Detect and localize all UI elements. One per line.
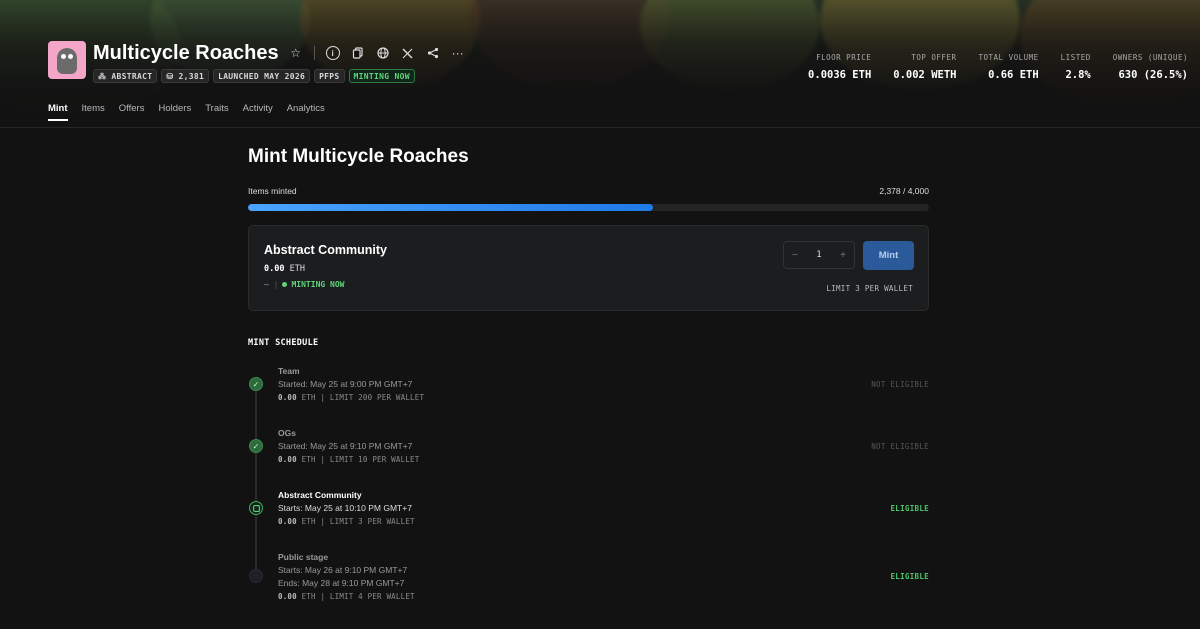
chain-badge: ⁂ ABSTRACT	[93, 69, 158, 83]
schedule-stage-public: Public stage Starts: May 26 at 9:10 PM G…	[248, 552, 929, 612]
collection-header: Multicycle Roaches ☆ i ··· ⁂ ABSTRACT ⛁ …	[48, 41, 476, 83]
supply-badge: ⛁ 2,381	[161, 69, 210, 83]
mint-schedule-title: MINT SCHEDULE	[248, 338, 319, 348]
active-stage-card: Abstract Community 0.00 ETH – | MINTING …	[248, 225, 929, 311]
stage-eligibility: ELIGIBLE	[890, 504, 929, 513]
mint-progress-fill	[248, 204, 653, 211]
launch-badge: LAUNCHED MAY 2026	[213, 69, 311, 83]
copy-icon[interactable]	[351, 46, 365, 60]
increment-button[interactable]: +	[840, 250, 846, 261]
stat-top-offer: TOP OFFER 0.002 WETH	[893, 53, 957, 81]
schedule-stage-abstract-community: Abstract Community Starts: May 25 at 10:…	[248, 490, 929, 552]
status-dot-icon	[282, 282, 288, 287]
mint-schedule: ✓ Team Started: May 25 at 9:00 PM GMT+7 …	[248, 366, 929, 612]
mint-panel: Mint Multicycle Roaches Items minted 2,3…	[248, 146, 929, 612]
more-icon[interactable]: ···	[451, 46, 465, 60]
star-icon[interactable]: ☆	[289, 46, 303, 60]
collection-stats: FLOOR PRICE 0.0036 ETH TOP OFFER 0.002 WET…	[786, 53, 1188, 81]
schedule-stage-team: ✓ Team Started: May 25 at 9:00 PM GMT+7 …	[248, 366, 929, 428]
tab-activity[interactable]: Activity	[243, 103, 273, 121]
collection-avatar	[48, 41, 86, 79]
stage-eligibility: NOT ELIGIBLE	[871, 380, 929, 389]
decrement-button[interactable]: −	[792, 250, 798, 261]
quantity-value[interactable]: 1	[816, 250, 821, 260]
x-logo-icon[interactable]	[401, 46, 415, 60]
stat-owners: OWNERS (UNIQUE) 630 (26.5%)	[1112, 53, 1188, 81]
stat-listed: LISTED 2.8%	[1060, 53, 1091, 81]
header-divider	[313, 46, 315, 60]
collection-title: Multicycle Roaches	[93, 41, 279, 64]
globe-icon[interactable]	[376, 46, 390, 60]
stage-eligibility: ELIGIBLE	[890, 572, 929, 581]
stage-eligibility: NOT ELIGIBLE	[871, 442, 929, 451]
stage-card-title: Abstract Community	[264, 243, 387, 257]
tab-traits[interactable]: Traits	[205, 103, 228, 121]
stat-total-volume: TOTAL VOLUME 0.66 ETH	[978, 53, 1039, 81]
stat-floor-price: FLOOR PRICE 0.0036 ETH	[808, 53, 872, 81]
mint-progress-bar	[248, 204, 929, 211]
stage-card-limit: LIMIT 3 PER WALLET	[826, 284, 913, 293]
info-icon[interactable]: i	[325, 46, 340, 60]
check-icon: ✓	[249, 439, 263, 453]
stage-card-price: 0.00 ETH	[264, 264, 305, 274]
tab-analytics[interactable]: Analytics	[287, 103, 325, 121]
tab-mint[interactable]: Mint	[48, 103, 68, 121]
mint-title: Mint Multicycle Roaches	[248, 146, 469, 167]
collection-badges: ⁂ ABSTRACT ⛁ 2,381 LAUNCHED MAY 2026 PFP…	[93, 69, 476, 83]
progress-count: 2,378 / 4,000	[879, 186, 929, 196]
mint-button[interactable]: Mint	[863, 241, 914, 270]
progress-label: Items minted	[248, 186, 297, 196]
current-stage-icon	[249, 501, 263, 515]
tab-items[interactable]: Items	[82, 103, 105, 121]
tab-holders[interactable]: Holders	[158, 103, 191, 121]
quantity-stepper[interactable]: − 1 +	[783, 241, 855, 269]
tabs-divider	[0, 127, 1200, 128]
tab-offers[interactable]: Offers	[119, 103, 145, 121]
share-icon[interactable]	[426, 46, 440, 60]
stage-card-status: – | MINTING NOW	[264, 280, 345, 289]
future-stage-icon	[249, 569, 263, 583]
category-badge: PFPS	[314, 69, 345, 83]
minting-now-badge: MINTING NOW	[348, 69, 415, 83]
collection-tabs: Mint Items Offers Holders Traits Activit…	[48, 103, 339, 121]
check-icon: ✓	[249, 377, 263, 391]
schedule-stage-ogs: ✓ OGs Started: May 25 at 9:10 PM GMT+7 0…	[248, 428, 929, 490]
